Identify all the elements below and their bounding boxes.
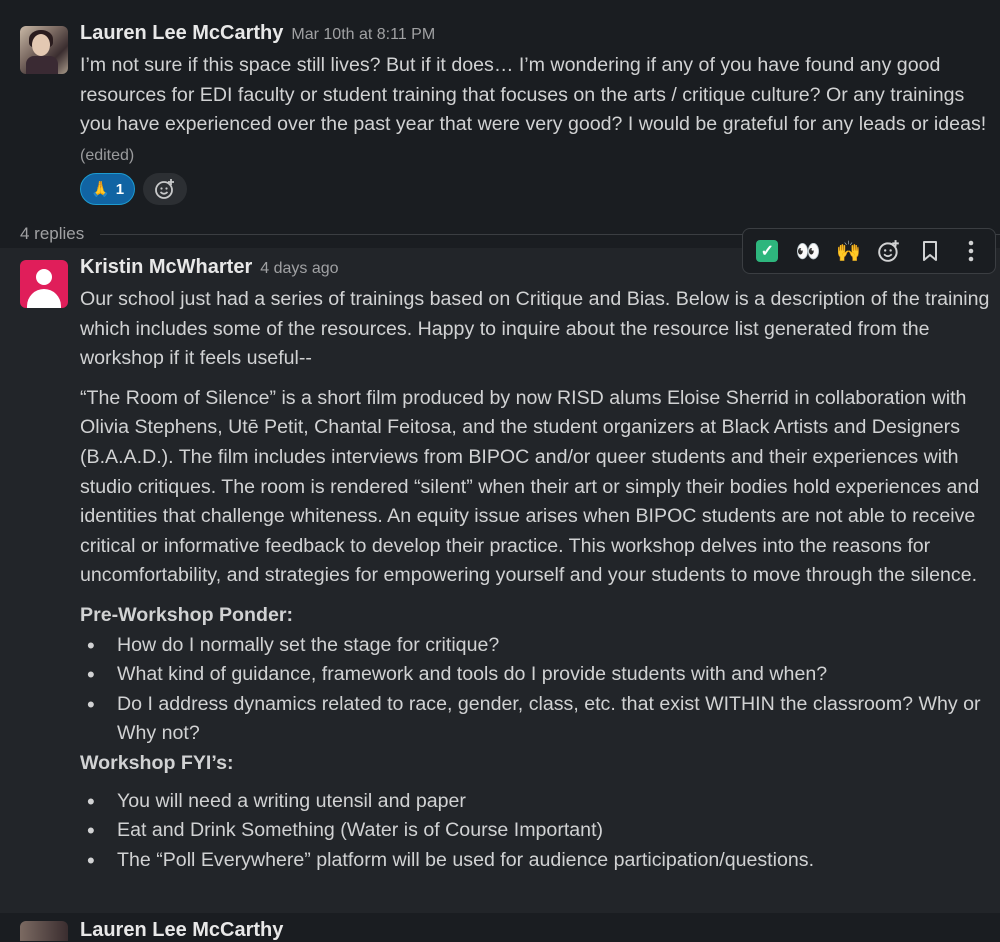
- message-body: I’m not sure if this space still lives? …: [80, 51, 995, 170]
- add-reaction-button[interactable]: [143, 173, 188, 205]
- ponder-heading: Pre-Workshop Ponder:: [80, 603, 294, 626]
- add-emoji-icon: [155, 179, 175, 199]
- list-item: What kind of guidance, framework and too…: [80, 660, 998, 690]
- list-item: You will need a writing utensil and pape…: [80, 787, 998, 817]
- pray-emoji: 🙏: [91, 181, 110, 198]
- react-eyes-button[interactable]: 👀: [792, 235, 824, 267]
- author-name[interactable]: Lauren Lee McCarthy: [80, 919, 283, 942]
- raised-hands-icon: 🙌: [836, 240, 862, 263]
- message-header: Lauren Lee McCarthy Mar 10th at 8:11 PM: [80, 22, 435, 45]
- message-paragraph: Our school just had a series of training…: [80, 288, 990, 370]
- reaction-pray[interactable]: 🙏 1: [80, 173, 136, 205]
- react-check-button[interactable]: ✓: [751, 235, 783, 267]
- timestamp[interactable]: Mar 10th at 8:11 PM: [291, 26, 435, 43]
- react-raised-hands-button[interactable]: 🙌: [833, 235, 865, 267]
- reactions-bar: 🙏 1: [80, 173, 188, 205]
- fyi-list: You will need a writing utensil and pape…: [80, 787, 998, 876]
- eyes-icon: 👀: [795, 240, 821, 263]
- message-lauren: Lauren Lee McCarthy Mar 10th at 8:11 PM I…: [0, 0, 1000, 248]
- save-for-later-button[interactable]: [914, 235, 946, 267]
- message-actions-toolbar: ✓ 👀 🙌: [742, 228, 996, 274]
- reaction-count: 1: [115, 180, 125, 198]
- author-name[interactable]: Lauren Lee McCarthy: [80, 22, 283, 44]
- message-paragraph: “The Room of Silence” is a short film pr…: [80, 386, 980, 587]
- list-item: How do I normally set the stage for crit…: [80, 631, 998, 661]
- edited-label: (edited): [80, 146, 135, 164]
- message-header: Kristin McWharter 4 days ago: [80, 256, 339, 279]
- list-item: Eat and Drink Something (Water is of Cou…: [80, 816, 998, 846]
- bookmark-icon: [922, 241, 937, 261]
- avatar-kristin[interactable]: [20, 260, 68, 308]
- list-item: The “Poll Everywhere” platform will be u…: [80, 846, 998, 876]
- author-name[interactable]: Kristin McWharter: [80, 256, 252, 278]
- message-text: I’m not sure if this space still lives? …: [80, 54, 987, 136]
- fyi-heading: Workshop FYI’s:: [80, 751, 234, 774]
- list-item: Do I address dynamics related to race, g…: [80, 690, 998, 749]
- avatar-lauren[interactable]: [20, 26, 68, 74]
- add-reaction-button[interactable]: [873, 235, 905, 267]
- add-emoji-icon: [878, 240, 900, 262]
- avatar-lauren[interactable]: [20, 921, 68, 941]
- check-mark-icon: ✓: [756, 240, 779, 262]
- more-vertical-icon: [968, 240, 973, 262]
- more-actions-button[interactable]: [955, 235, 987, 267]
- message-body: Our school just had a series of training…: [80, 285, 998, 875]
- ponder-list: How do I normally set the stage for crit…: [80, 631, 998, 749]
- timestamp[interactable]: 4 days ago: [260, 260, 338, 277]
- replies-count: 4 replies: [20, 224, 85, 243]
